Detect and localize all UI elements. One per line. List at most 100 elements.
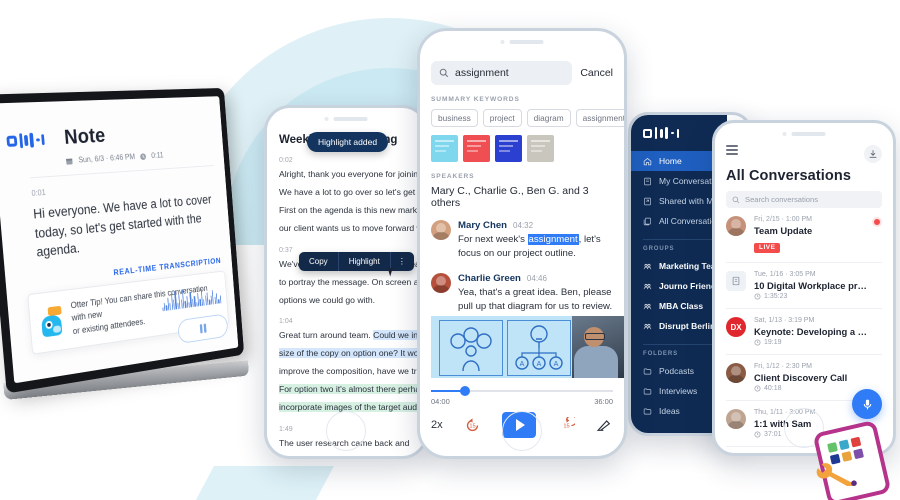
download-icon[interactable] (864, 145, 882, 163)
cancel-button[interactable]: Cancel (580, 67, 613, 79)
player-times: 04:00 36:00 (431, 397, 613, 406)
phone-search: assignment Cancel SUMMARY KEYWORDS busin… (417, 28, 627, 459)
slide-thumbnail[interactable] (463, 135, 490, 162)
record-fab-button[interactable] (852, 389, 882, 419)
document-icon (726, 271, 746, 291)
playback-speed-button[interactable]: 2x (431, 419, 443, 431)
conversation-info: Fri, 1/12 · 2:30 PM Client Discovery Call… (754, 363, 882, 392)
home-indicator (502, 411, 542, 451)
laptop-screen: Note Sun, 6/3 · 6:46 PM 0:11 0:01 Hi eve… (0, 87, 245, 394)
transcript-line[interactable]: Great turn around team. Could we increas… (279, 329, 425, 343)
avatar (431, 220, 451, 240)
transcript-line[interactable]: to portray the message. On screen are tw… (279, 276, 425, 290)
pen-icon (596, 419, 611, 431)
keyword-chip[interactable]: project (482, 109, 522, 127)
laptop-device: Note Sun, 6/3 · 6:46 PM 0:11 0:01 Hi eve… (0, 87, 294, 425)
highlight-menu-item[interactable]: Highlight (339, 252, 391, 271)
badge-tile (850, 436, 862, 448)
conversation-info: Tue, 1/16 · 3:05 PM 10 Digital Workplace … (754, 271, 882, 300)
phone-speaker (500, 40, 544, 44)
slide-thumbnail[interactable] (527, 135, 554, 162)
nav-item-label: Podcasts (659, 366, 694, 376)
message-text[interactable]: For next week's assignment, let's focus … (458, 233, 613, 262)
search-input[interactable]: assignment (431, 61, 573, 85)
hamburger-icon[interactable] (726, 145, 738, 155)
conversation-info: Fri, 2/15 · 1:00 PM Team Update LIVE (754, 216, 882, 254)
note-duration: 0:11 (151, 150, 164, 160)
keyword-chip[interactable]: business (431, 109, 478, 127)
conversation-row[interactable]: Fri, 2/15 · 1:00 PM Team Update LIVE (726, 208, 882, 263)
otter-logo[interactable] (6, 132, 46, 149)
note-date: Sun, 6/3 · 6:46 PM (78, 152, 136, 165)
presenter-video (572, 316, 624, 378)
keyword-chip[interactable]: assignment (575, 109, 624, 127)
calendar-icon (66, 158, 74, 165)
phone-speaker (324, 117, 368, 121)
transcript-timestamp: 1:04 (279, 318, 293, 326)
transcript-line[interactable]: Alright, thank you everyone for joining … (279, 168, 425, 182)
seek-bar[interactable] (431, 386, 613, 396)
live-badge: LIVE (754, 242, 781, 253)
edit-button[interactable] (596, 417, 613, 434)
phone-transcript: Weekly Team Meeting 0:02Alright, thank y… (264, 105, 428, 459)
otter-mascot-icon (39, 305, 65, 338)
slide-thumbnail[interactable] (431, 135, 458, 162)
more-menu-item[interactable]: ⋮ (391, 252, 414, 271)
stack-icon (643, 217, 652, 226)
rewind-15-button[interactable]: 15 (464, 417, 481, 434)
transcript-line[interactable]: options we could go with. (279, 294, 413, 308)
folder-icon (643, 367, 652, 376)
clock-icon (754, 385, 761, 392)
note-header: Note Sun, 6/3 · 6:46 PM 0:11 (0, 96, 224, 169)
phone-speaker (782, 132, 826, 136)
nav-item-label: MBA Class (659, 301, 704, 311)
svg-text:A: A (520, 361, 525, 368)
transcript-paragraph[interactable]: Hi everyone. We have a lot to cover toda… (33, 190, 220, 262)
slide-thumbnail[interactable] (495, 135, 522, 162)
svg-text:15: 15 (563, 423, 569, 429)
otter-web-app: Note Sun, 6/3 · 6:46 PM 0:11 0:01 Hi eve… (0, 96, 239, 384)
transcript-line[interactable]: size of the copy on option one? It would (279, 347, 425, 361)
transcript-line[interactable]: For option two it's almost there perhaps (279, 383, 425, 397)
svg-text:A: A (554, 361, 559, 368)
message-time: 04:32 (513, 221, 534, 230)
group-icon (643, 282, 652, 291)
conversation-row[interactable]: Tue, 1/16 · 3:05 PM 10 Digital Workplace … (726, 263, 882, 309)
avatar (726, 216, 746, 236)
transcript-screen: Weekly Team Meeting 0:02Alright, thank y… (267, 130, 425, 456)
people-diagram-icon (450, 327, 492, 372)
download-glyph (869, 150, 877, 158)
search-input[interactable]: Search conversations (726, 191, 882, 208)
search-match-active: assignment (527, 234, 579, 245)
conversation-row[interactable]: DX Sat, 1/13 · 3:19 PM Keynote: Developing… (726, 309, 882, 355)
search-bar-row: assignment Cancel (420, 55, 624, 85)
transcript-line[interactable]: our client wants us to move forward with… (279, 222, 425, 236)
folder-icon (643, 407, 652, 416)
transcript-timestamp: 0:02 (279, 157, 293, 164)
avatar (726, 409, 746, 429)
nav-item-label: Home (659, 156, 682, 166)
message-header: Mary Chen 04:32 (458, 220, 613, 231)
copy-menu-item[interactable]: Copy (299, 252, 339, 271)
conversation-title: Keynote: Developing a Customer… (754, 326, 872, 337)
keyword-chip[interactable]: diagram (526, 109, 571, 127)
current-time: 04:00 (431, 397, 450, 406)
toast-highlight-added: Highlight added (307, 132, 389, 152)
clock-icon (754, 339, 761, 346)
video-preview[interactable]: A A A (431, 316, 624, 378)
phone-conversation-list: All Conversations Search conversations F… (712, 120, 896, 456)
forward-15-button[interactable]: 15 (558, 414, 577, 434)
keyword-chips: business project diagram assignment (420, 109, 624, 127)
speaker-name: Mary Chen (458, 220, 508, 231)
transcript-line[interactable]: We have a lot to go over so let's get st… (279, 186, 425, 200)
group-icon (643, 262, 652, 271)
transcript-line[interactable]: improve the composition, have we tried t… (279, 365, 425, 379)
svg-text:15: 15 (469, 423, 475, 429)
conversation-title: Team Update (754, 225, 813, 236)
slide-right: A A A (507, 320, 571, 376)
share-icon (643, 197, 652, 206)
transcript-line[interactable]: First on the agenda is this new marketin… (279, 204, 425, 218)
note-heading-group: Note Sun, 6/3 · 6:46 PM 0:11 (63, 122, 163, 165)
conversation-title: Client Discovery Call (754, 372, 848, 383)
note-meta: Sun, 6/3 · 6:46 PM 0:11 (66, 151, 164, 165)
